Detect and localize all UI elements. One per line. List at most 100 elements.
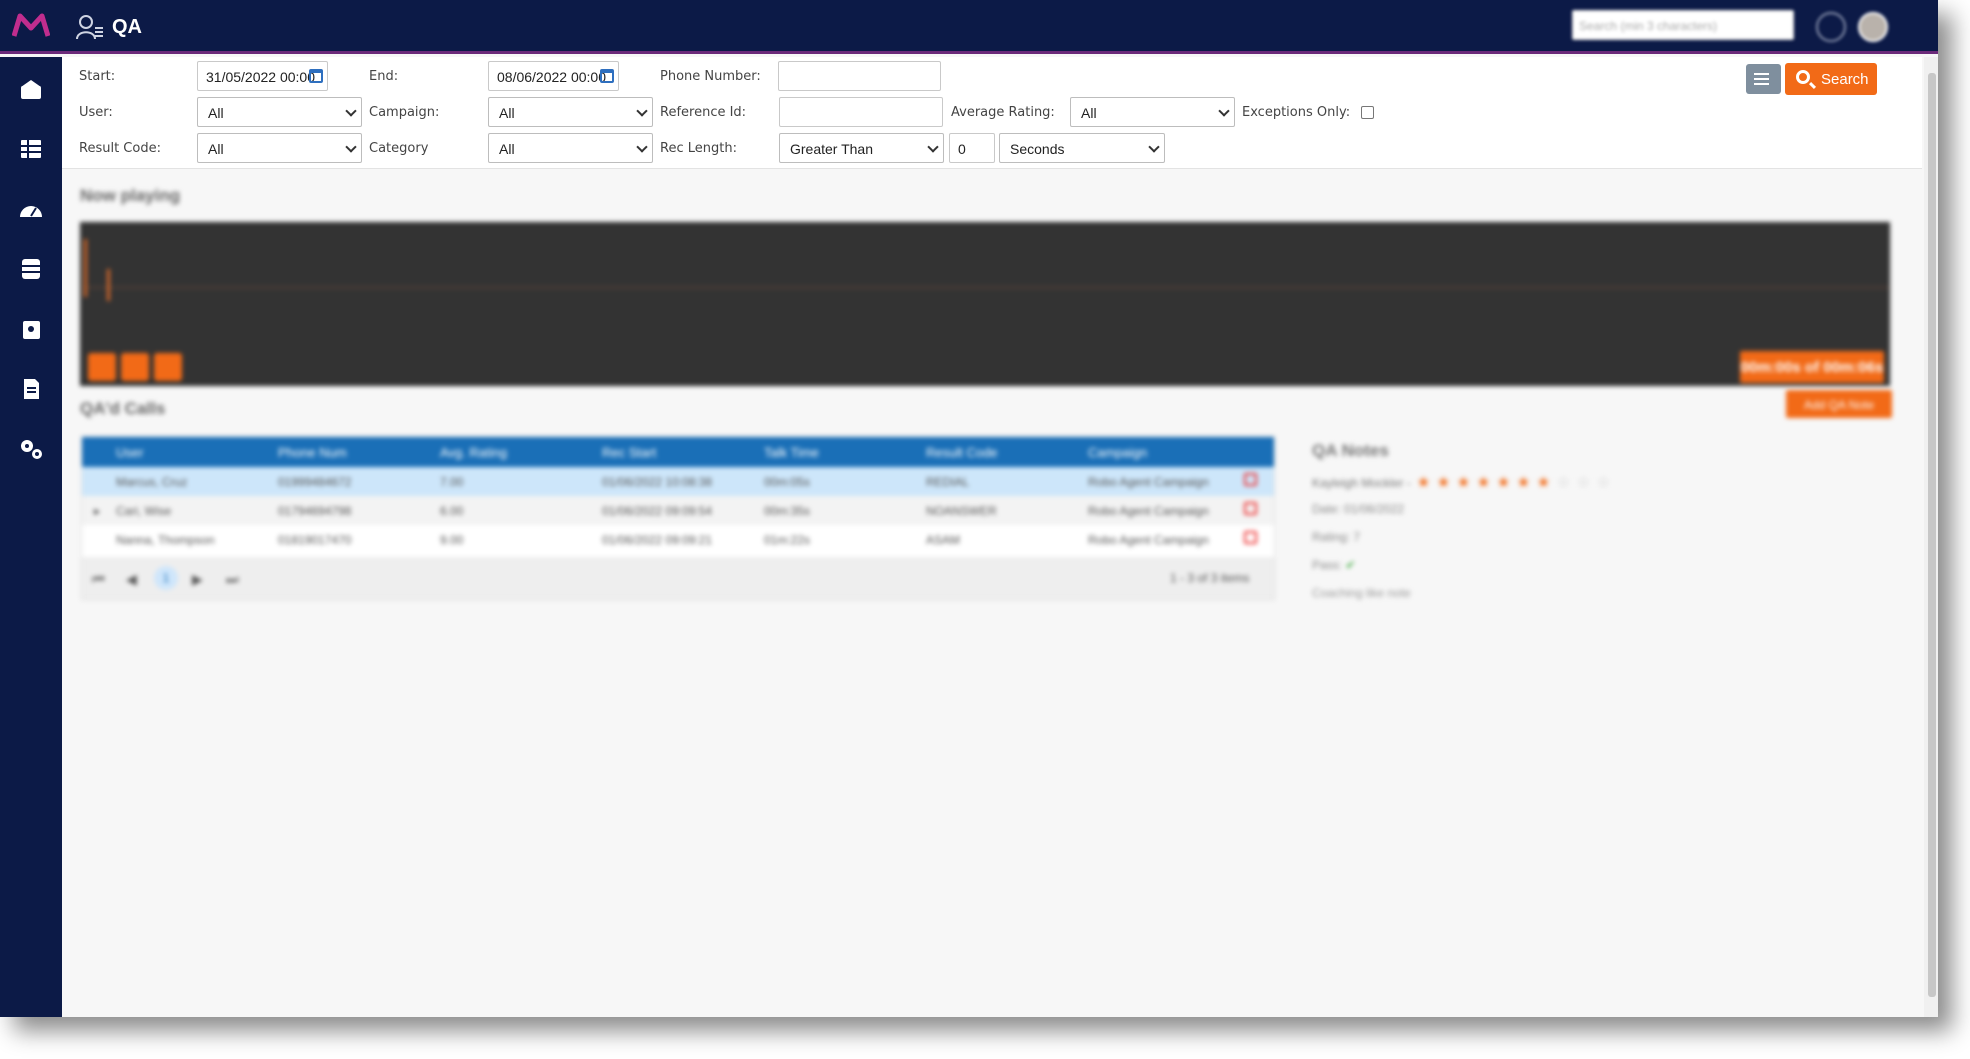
prev-page-icon[interactable]: ◀: [126, 571, 137, 588]
start-date-field[interactable]: 31/05/2022 00:00: [197, 61, 328, 91]
qa-notes-title: QA Notes: [1312, 441, 1389, 460]
chevron-down-icon: [345, 105, 357, 117]
chevron-down-icon: [1148, 141, 1160, 153]
end-date-value: 08/06/2022 00:00: [497, 69, 606, 85]
star-empty-icon: ☆: [1556, 474, 1571, 491]
pager: ⏮ ◀ 1 ▶ ⏭ 1 - 3 of 3 items: [82, 557, 1274, 599]
document-icon[interactable]: [18, 377, 44, 401]
top-bar: QA Search (min 3 characters): [0, 0, 1938, 54]
cell-rec-start: 01/06/2022 09:09:54: [602, 504, 713, 518]
cell-talk-time: 00m:05s: [764, 475, 811, 489]
brand-logo[interactable]: [12, 12, 50, 38]
reports-icon[interactable]: [18, 317, 44, 341]
cell-campaign: Robo Agent Campaign: [1088, 475, 1209, 489]
delete-icon[interactable]: [1244, 502, 1257, 515]
add-qa-note-button[interactable]: Add QA Note: [1786, 390, 1892, 418]
end-label: End:: [369, 69, 399, 84]
play-button[interactable]: [121, 353, 149, 381]
rewind-button[interactable]: [88, 353, 116, 381]
settings-icon[interactable]: [18, 437, 44, 461]
table-row[interactable]: Nanna, Thompson 01819017470 9.00 01/06/2…: [82, 525, 1274, 554]
page-title: QA: [76, 14, 142, 40]
end-date-field[interactable]: 08/06/2022 00:00: [488, 61, 619, 91]
star-filled-icon: ★: [1416, 474, 1431, 491]
cell-rec-start: 01/06/2022 10:08:38: [602, 475, 713, 489]
help-icon[interactable]: [1816, 12, 1846, 42]
chevron-down-icon: [1218, 105, 1230, 117]
reference-id-field[interactable]: [779, 97, 943, 127]
column-header[interactable]: Avg. Rating: [440, 445, 507, 460]
search-icon: [1796, 70, 1810, 84]
waveform: [83, 287, 1889, 288]
avatar[interactable]: [1858, 12, 1888, 42]
calendar-icon[interactable]: [309, 69, 323, 83]
average-rating-value: All: [1081, 105, 1097, 121]
column-header[interactable]: Rec Start: [602, 445, 656, 460]
rec-length-operator-select[interactable]: Greater Than: [779, 133, 944, 163]
start-label: Start:: [79, 69, 116, 84]
rec-length-operator-value: Greater Than: [790, 141, 874, 157]
cell-rating: 6.00: [440, 504, 464, 518]
column-header[interactable]: Phone Num: [278, 445, 347, 460]
column-header[interactable]: Result Code: [926, 445, 998, 460]
rec-length-value-field[interactable]: 0: [949, 133, 995, 163]
rec-length-unit-value: Seconds: [1010, 141, 1065, 157]
user-label: User:: [79, 105, 113, 120]
cell-talk-time: 00m:35s: [764, 504, 811, 518]
campaign-select-value: All: [499, 105, 515, 121]
first-page-icon[interactable]: ⏮: [92, 571, 105, 588]
check-icon: ✔: [1345, 558, 1356, 572]
cell-result-code: REDIAL: [926, 475, 970, 489]
result-code-value: All: [208, 141, 224, 157]
delete-icon[interactable]: [1244, 531, 1257, 544]
note-author-line: Kayleigh Mockler - ★ ★ ★ ★ ★ ★ ★ ☆ ☆ ☆: [1312, 475, 1692, 490]
cell-rec-start: 01/06/2022 09:09:21: [602, 533, 713, 547]
dashboard-icon[interactable]: [18, 197, 44, 221]
chevron-down-icon: [636, 105, 648, 117]
delete-icon[interactable]: [1244, 473, 1257, 486]
note-pass-line: Pass: ✔: [1312, 558, 1692, 572]
waveform-playhead: [84, 239, 87, 297]
home-icon[interactable]: [18, 77, 44, 101]
sidebar: [0, 57, 62, 1017]
expand-icon[interactable]: ▸: [94, 504, 100, 518]
cell-phone: 01794694798: [278, 504, 352, 518]
exceptions-only-checkbox[interactable]: [1361, 106, 1374, 119]
column-header[interactable]: Campaign: [1088, 445, 1147, 460]
campaign-select[interactable]: All: [488, 97, 653, 127]
scrollbar-thumb[interactable]: [1928, 73, 1936, 997]
table-row[interactable]: Marcus, Cruz 01999484672 7.00 01/06/2022…: [82, 467, 1274, 496]
list-icon[interactable]: [18, 137, 44, 161]
cell-rating: 7.00: [440, 475, 464, 489]
search-button[interactable]: Search: [1785, 63, 1877, 95]
page-number[interactable]: 1: [154, 566, 178, 590]
chevron-down-icon: [927, 141, 939, 153]
phone-number-field[interactable]: [778, 61, 941, 91]
campaign-label: Campaign:: [369, 105, 440, 120]
last-page-icon[interactable]: ⏭: [226, 571, 239, 588]
column-header[interactable]: User: [116, 445, 143, 460]
average-rating-select[interactable]: All: [1070, 97, 1235, 127]
calls-table: User Phone Num Avg. Rating Rec Start Tal…: [81, 436, 1275, 600]
forward-button[interactable]: [154, 353, 182, 381]
note-rating: Rating: 7: [1312, 530, 1361, 544]
category-select[interactable]: All: [488, 133, 653, 163]
result-code-select[interactable]: All: [197, 133, 362, 163]
rating-stars: ★ ★ ★ ★ ★ ★ ★ ☆ ☆ ☆: [1417, 475, 1617, 490]
next-page-icon[interactable]: ▶: [192, 571, 203, 588]
cell-user: Marcus, Cruz: [116, 475, 188, 489]
user-select[interactable]: All: [197, 97, 362, 127]
note-pass: Pass:: [1312, 558, 1343, 572]
filter-panel: Start: 31/05/2022 00:00 End: 08/06/2022 …: [62, 57, 1922, 169]
global-search-input[interactable]: Search (min 3 characters): [1572, 10, 1794, 40]
column-menu-button[interactable]: [1746, 64, 1781, 94]
user-select-value: All: [208, 105, 224, 121]
table-row[interactable]: ▸ Cari, Wise 01794694798 6.00 01/06/2022…: [82, 496, 1274, 525]
column-header[interactable]: Talk Time: [764, 445, 819, 460]
database-icon[interactable]: [18, 257, 44, 281]
calendar-icon[interactable]: [600, 69, 614, 83]
star-filled-icon: ★: [1436, 474, 1451, 491]
star-empty-icon: ☆: [1576, 474, 1591, 491]
exceptions-only-label: Exceptions Only:: [1242, 105, 1351, 120]
rec-length-unit-select[interactable]: Seconds: [999, 133, 1165, 163]
